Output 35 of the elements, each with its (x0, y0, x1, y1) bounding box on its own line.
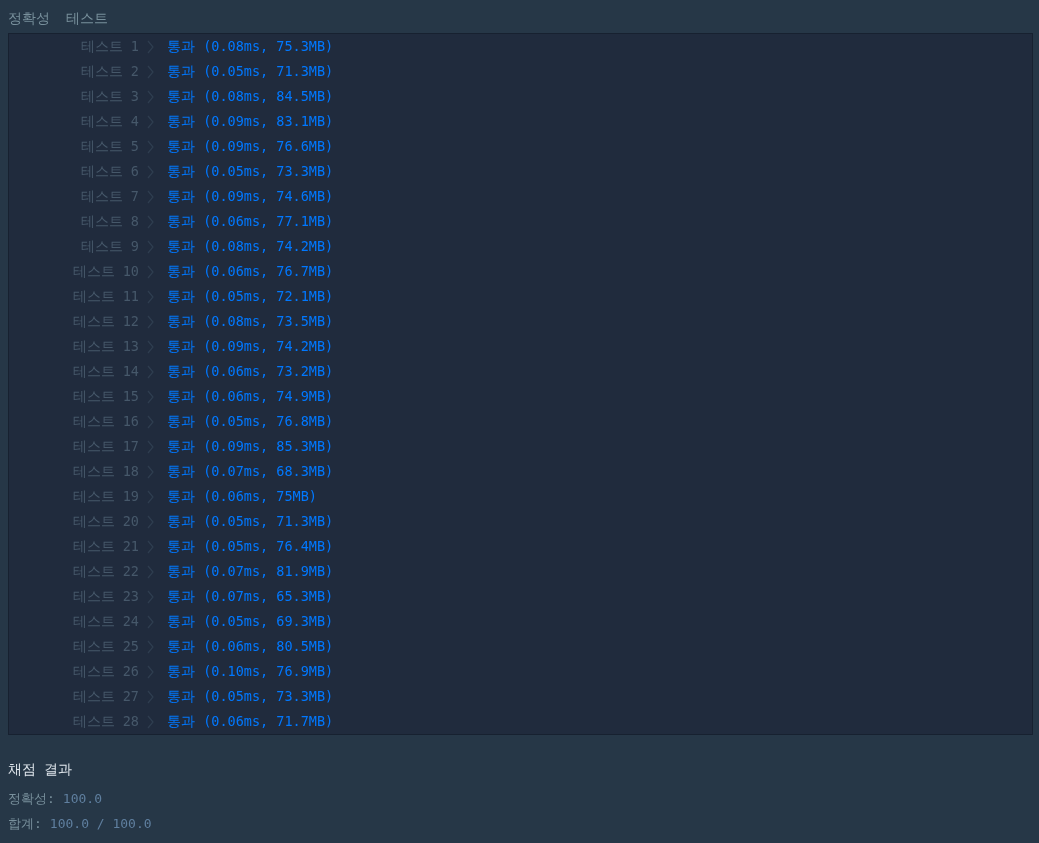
section-title: 정확성 (8, 9, 50, 28)
test-result: 통과 (0.06ms, 71.7MB) (167, 712, 334, 731)
test-result: 통과 (0.05ms, 71.3MB) (167, 512, 334, 531)
test-result: 통과 (0.06ms, 75MB) (167, 487, 317, 506)
test-result: 통과 (0.09ms, 85.3MB) (167, 437, 334, 456)
test-result: 통과 (0.05ms, 69.3MB) (167, 612, 334, 631)
test-result: 통과 (0.07ms, 68.3MB) (167, 462, 334, 481)
test-result: 통과 (0.06ms, 77.1MB) (167, 212, 334, 231)
test-result: 통과 (0.06ms, 73.2MB) (167, 362, 334, 381)
test-result: 통과 (0.09ms, 83.1MB) (167, 112, 334, 131)
test-result: 통과 (0.05ms, 76.8MB) (167, 412, 334, 431)
test-result: 통과 (0.07ms, 65.3MB) (167, 587, 334, 606)
test-result: 통과 (0.06ms, 74.9MB) (167, 387, 334, 406)
test-result: 통과 (0.08ms, 84.5MB) (167, 87, 334, 106)
test-result: 통과 (0.09ms, 74.2MB) (167, 337, 334, 356)
test-result: 통과 (0.07ms, 81.9MB) (167, 562, 334, 581)
test-result: 통과 (0.09ms, 74.6MB) (167, 187, 334, 206)
test-result: 통과 (0.05ms, 73.3MB) (167, 687, 334, 706)
summary-value: 100.0 (62, 791, 102, 806)
test-result: 통과 (0.10ms, 76.9MB) (167, 662, 334, 681)
test-result: 통과 (0.05ms, 72.1MB) (167, 287, 334, 306)
summary-title: 채점 결과 (8, 760, 73, 779)
test-result: 통과 (0.06ms, 80.5MB) (167, 637, 334, 656)
test-result: 통과 (0.09ms, 76.6MB) (167, 137, 334, 156)
summary-value: 100.0 / 100.0 (49, 816, 152, 831)
summary-label: 정확성: (8, 789, 55, 808)
summary-label: 합계: (8, 814, 42, 833)
test-result: 통과 (0.06ms, 76.7MB) (167, 262, 334, 281)
test-result: 통과 (0.08ms, 73.5MB) (167, 312, 334, 331)
test-result: 통과 (0.05ms, 73.3MB) (167, 162, 334, 181)
section-title: 테스트 (66, 9, 108, 28)
test-result: 통과 (0.05ms, 76.4MB) (167, 537, 334, 556)
test-result: 통과 (0.05ms, 71.3MB) (167, 62, 334, 81)
test-result: 통과 (0.08ms, 75.3MB) (167, 37, 334, 56)
test-result: 통과 (0.08ms, 74.2MB) (167, 237, 334, 256)
